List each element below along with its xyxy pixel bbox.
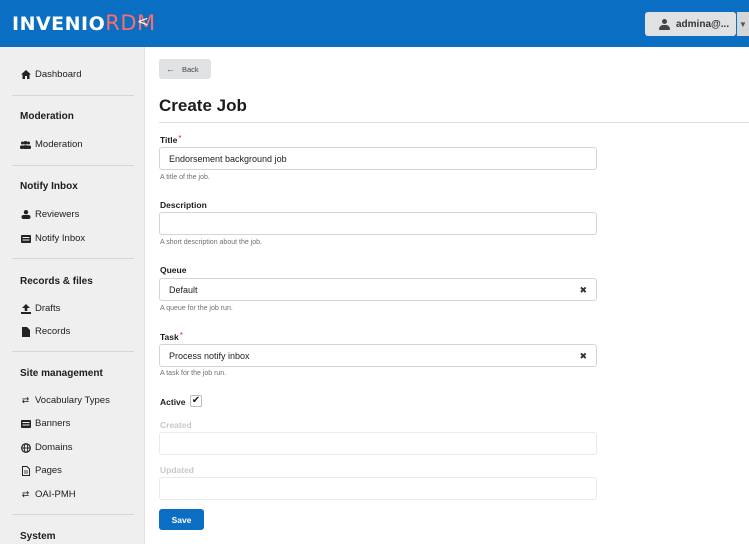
sidebar-item-dashboard[interactable]: Dashboard xyxy=(20,69,81,80)
sidebar-item-label: Moderation xyxy=(35,139,83,150)
queue-select[interactable]: Default ✖ xyxy=(159,278,597,301)
arrow-left-icon: ← xyxy=(166,64,175,74)
task-select[interactable]: Process notify inbox ✖ xyxy=(159,344,597,367)
task-label: Task* xyxy=(160,331,183,342)
sidebar-item-label: Records xyxy=(35,326,71,337)
sidebar-item-records[interactable]: Records xyxy=(20,326,70,337)
back-button[interactable]: ← Back xyxy=(159,59,211,79)
sidebar-item-oai-pmh[interactable]: ⇄ OAI-PMH xyxy=(20,489,76,500)
top-bar: INVENIO RDM < admina@... ▼ xyxy=(0,0,749,47)
back-label: Back xyxy=(182,64,199,74)
updated-label: Updated xyxy=(160,465,194,475)
exchange-icon: ⇄ xyxy=(21,395,30,405)
sidebar-item-banners[interactable]: Banners xyxy=(20,418,70,429)
file-icon xyxy=(20,326,31,337)
sidebar-item-label: Banners xyxy=(35,418,71,429)
title-label: Title* xyxy=(160,134,182,145)
user-icon xyxy=(659,18,671,30)
user-menu-button[interactable]: admina@... xyxy=(645,12,736,36)
sidebar-item-pages[interactable]: Pages xyxy=(20,465,62,476)
sidebar-item-label: Vocabulary Types xyxy=(35,395,110,406)
sidebar-item-label: OAI-PMH xyxy=(35,489,76,500)
page-title: Create Job xyxy=(159,96,247,115)
sidebar-item-label: Drafts xyxy=(35,303,61,314)
sidebar-item-vocabulary-types[interactable]: ⇄ Vocabulary Types xyxy=(20,395,110,406)
exchange-icon: ⇄ xyxy=(21,489,30,499)
sidebar-item-moderation[interactable]: Moderation xyxy=(20,139,83,150)
sidebar-section-records-files: Records & files xyxy=(20,276,93,287)
users-icon xyxy=(20,140,31,150)
sidebar-divider xyxy=(12,351,134,352)
required-marker: * xyxy=(178,134,182,143)
task-clear-icon[interactable]: ✖ xyxy=(579,351,587,362)
sidebar-item-reviewers[interactable]: Reviewers xyxy=(20,209,79,220)
globe-icon xyxy=(20,442,31,453)
title-divider xyxy=(159,122,749,123)
invenio-rdm-logo[interactable]: INVENIO RDM xyxy=(12,11,156,35)
description-help-text: A short description about the job. xyxy=(160,239,262,246)
description-input[interactable] xyxy=(159,212,597,235)
required-marker: * xyxy=(179,331,183,340)
queue-help-text: A queue for the job run. xyxy=(160,305,233,312)
sidebar-item-label: Domains xyxy=(35,442,73,453)
created-label: Created xyxy=(160,420,192,430)
title-input[interactable]: Endorsement background job xyxy=(159,147,597,170)
task-help-text: A task for the job run. xyxy=(160,370,227,377)
logo-text: INVENIO xyxy=(12,13,106,35)
inbox-icon xyxy=(20,234,31,244)
sidebar-divider xyxy=(12,514,134,515)
sidebar-item-notify-inbox[interactable]: Notify Inbox xyxy=(20,233,85,244)
sidebar-section-system: System xyxy=(20,531,56,542)
home-icon xyxy=(20,70,31,80)
updated-input xyxy=(159,477,597,500)
sidebar-item-label: Notify Inbox xyxy=(35,233,86,244)
sidebar-section-notify-inbox: Notify Inbox xyxy=(20,181,78,192)
banner-icon xyxy=(20,419,31,429)
sidebar-section-site-management: Site management xyxy=(20,368,103,379)
description-label: Description xyxy=(160,200,207,210)
user-icon xyxy=(20,210,31,220)
upload-icon xyxy=(20,303,31,314)
active-checkbox[interactable]: ✔ xyxy=(190,395,202,407)
sidebar-divider xyxy=(12,165,134,166)
title-help-text: A title of the job. xyxy=(160,174,210,181)
queue-selected-value: Default xyxy=(169,284,198,295)
sidebar-item-label: Pages xyxy=(35,465,62,476)
user-menu-caret-icon[interactable]: ▼ xyxy=(737,12,749,36)
created-input xyxy=(159,432,597,455)
user-label: admina@... xyxy=(676,18,730,30)
sidebar-item-drafts[interactable]: Drafts xyxy=(20,303,60,314)
sidebar-item-label: Dashboard xyxy=(35,69,82,80)
task-selected-value: Process notify inbox xyxy=(169,350,250,361)
collapse-sidebar-icon[interactable]: < xyxy=(137,14,149,30)
queue-clear-icon[interactable]: ✖ xyxy=(579,285,587,296)
active-label: Active xyxy=(160,397,186,407)
queue-label: Queue xyxy=(160,265,187,275)
sidebar-divider xyxy=(12,95,134,96)
page-icon xyxy=(20,465,31,476)
title-input-value: Endorsement background job xyxy=(169,153,287,164)
save-button[interactable]: Save xyxy=(159,509,204,530)
sidebar-divider xyxy=(12,258,134,259)
sidebar-item-domains[interactable]: Domains xyxy=(20,442,73,453)
sidebar-section-moderation: Moderation xyxy=(20,111,74,122)
sidebar-item-label: Reviewers xyxy=(35,209,80,220)
admin-sidebar: Dashboard Moderation Moderation Notify I… xyxy=(0,47,145,544)
